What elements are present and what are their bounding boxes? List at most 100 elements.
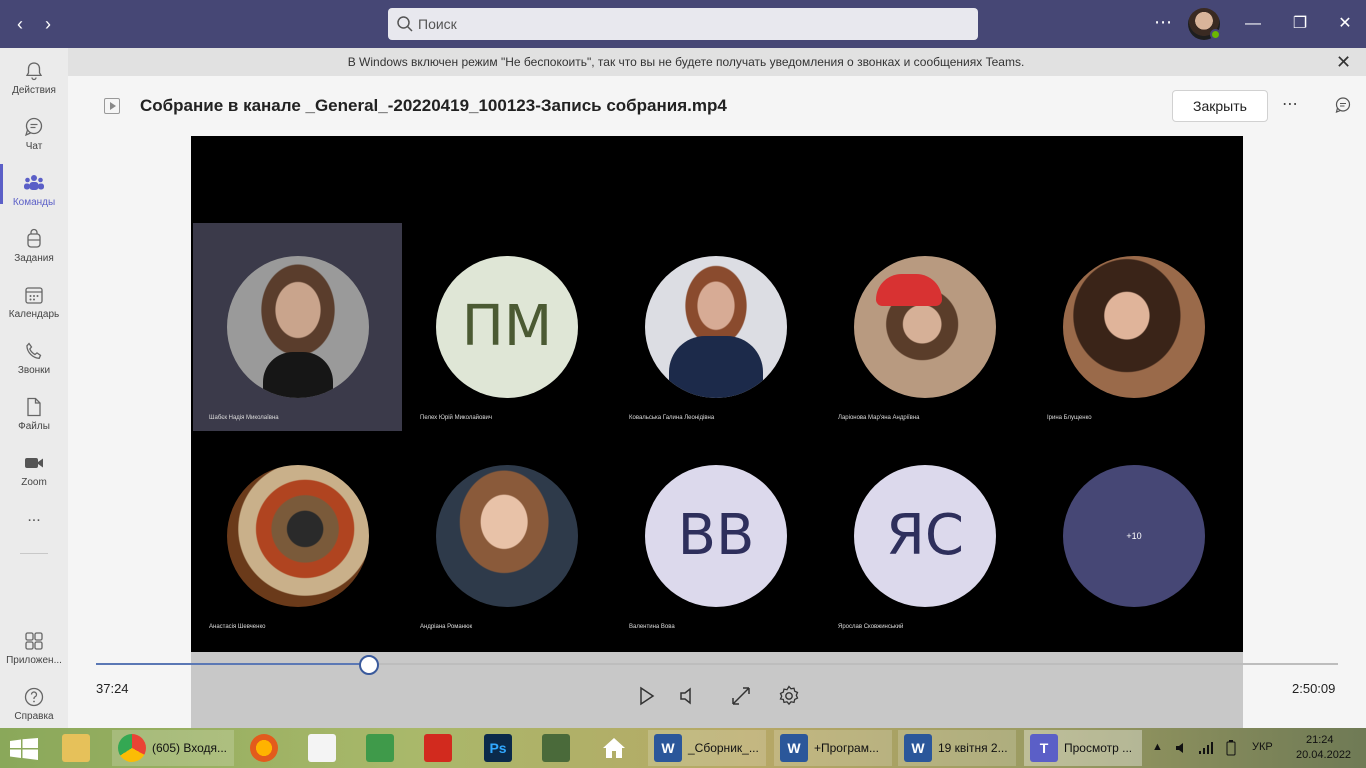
- close-window-icon[interactable]: ✕: [1332, 10, 1358, 38]
- battery-icon[interactable]: [1226, 740, 1236, 756]
- participant-avatar: [227, 465, 369, 607]
- participant-avatar: [1063, 256, 1205, 398]
- speaker-icon[interactable]: [1174, 741, 1188, 755]
- participant-avatar: ЯС: [854, 465, 996, 607]
- viewer-header: Собрание в канале _General_-20220419_100…: [68, 76, 1366, 136]
- clock-date[interactable]: 20.04.2022: [1296, 749, 1351, 761]
- taskbar-document[interactable]: [302, 730, 342, 766]
- rail-item-more[interactable]: ...: [0, 508, 68, 538]
- fullscreen-icon[interactable]: [729, 684, 753, 708]
- taskbar-label: (605) Входя...: [152, 741, 227, 755]
- maximize-icon[interactable]: ❐: [1287, 10, 1313, 38]
- video-file-icon: [104, 98, 120, 114]
- search-input[interactable]: Поиск: [388, 8, 978, 40]
- play-icon[interactable]: [634, 684, 658, 708]
- settings-gear-icon[interactable]: [777, 684, 801, 708]
- volume-icon[interactable]: [676, 684, 700, 708]
- close-icon[interactable]: ✕: [1336, 52, 1351, 73]
- assignments-icon: [27, 228, 41, 248]
- rail-item-calls[interactable]: Звонки: [0, 332, 68, 388]
- tray-chevron-icon[interactable]: ▲: [1152, 741, 1163, 753]
- back-arrow-icon[interactable]: ‹: [10, 14, 30, 34]
- clock-time[interactable]: 21:24: [1306, 734, 1334, 746]
- seek-bar-progress: [96, 663, 370, 665]
- apps-icon: [25, 632, 43, 650]
- green-app-icon: [366, 734, 394, 762]
- rail-item-files[interactable]: Файлы: [0, 388, 68, 444]
- word-icon: W: [904, 734, 932, 762]
- search-placeholder: Поиск: [418, 16, 457, 32]
- notification-bar: В Windows включен режим "Не беспокоить",…: [68, 48, 1366, 76]
- status-available-icon: [1210, 29, 1221, 40]
- more-icon: ...: [27, 508, 41, 525]
- rail-divider: [20, 553, 48, 554]
- acrobat-icon: [424, 734, 452, 762]
- taskbar-label: 19 квітня 2...: [938, 741, 1008, 755]
- close-button[interactable]: Закрыть: [1172, 90, 1268, 122]
- photoshop-icon: Ps: [484, 734, 512, 762]
- participant-name: Анастасія Шевченко: [209, 624, 266, 630]
- calendar-icon: [25, 287, 43, 304]
- rail-label: Zoom: [21, 477, 47, 488]
- more-options-icon[interactable]: ⋯: [1154, 12, 1173, 33]
- conversation-icon[interactable]: [1334, 96, 1352, 114]
- taskbar-word-2[interactable]: W +Програм...: [774, 730, 892, 766]
- participant-photo-sweater: [263, 352, 333, 398]
- taskbar-word-1[interactable]: W _Сборник_...: [648, 730, 766, 766]
- participant-name: Пелех Юрій Миколайович: [420, 415, 493, 421]
- taskbar-app-spiral[interactable]: [536, 730, 576, 766]
- keyboard-language[interactable]: УКР: [1252, 741, 1273, 753]
- rail-label: Действия: [12, 85, 56, 96]
- app-rail: Действия Чат Команды Задания Календарь З…: [0, 48, 68, 728]
- taskbar-teams[interactable]: T Просмотр ...: [1024, 730, 1142, 766]
- rail-item-apps[interactable]: Приложен...: [0, 622, 68, 678]
- taskbar-word-3[interactable]: W 19 квітня 2...: [898, 730, 1016, 766]
- participant-avatar: [227, 256, 369, 398]
- rail-item-assignments[interactable]: Задания: [0, 220, 68, 276]
- taskbar-chrome[interactable]: (605) Входя...: [112, 730, 234, 766]
- windows-start-icon[interactable]: [10, 738, 38, 760]
- teams-icon: [24, 175, 44, 190]
- participant-avatar: ВВ: [645, 465, 787, 607]
- teams-icon: T: [1030, 734, 1058, 762]
- rail-label: Календарь: [8, 309, 60, 320]
- rail-item-help[interactable]: Справка: [0, 678, 68, 734]
- video-player[interactable]: Шабєк Надія Миколаївна ПМ Пелех Юрій Мик…: [191, 136, 1243, 652]
- participant-name: Ковальська Галина Леонідівна: [629, 415, 715, 421]
- chrome-icon: [118, 734, 146, 762]
- video-icon: [25, 458, 43, 468]
- spiral-app-icon: [542, 734, 570, 762]
- participant-name: Андріана Романюк: [420, 624, 473, 630]
- search-icon: [397, 16, 413, 32]
- rail-label: Звонки: [17, 365, 51, 376]
- taskbar-app-green[interactable]: [360, 730, 400, 766]
- forward-arrow-icon[interactable]: ›: [38, 14, 58, 34]
- participant-name: Ярослав Сковжинський: [838, 624, 904, 630]
- word-icon: W: [780, 734, 808, 762]
- taskbar-firefox[interactable]: [244, 730, 284, 766]
- rail-item-teams[interactable]: Команды: [0, 164, 68, 220]
- rail-item-zoom[interactable]: Zoom: [0, 444, 68, 500]
- seek-bar[interactable]: [96, 663, 1338, 665]
- rail-item-chat[interactable]: Чат: [0, 108, 68, 164]
- blank-document-icon: [308, 734, 336, 762]
- taskbar-acrobat[interactable]: [418, 730, 458, 766]
- participant-name: Валентина Вова: [629, 624, 675, 630]
- more-options-icon[interactable]: ⋯: [1282, 94, 1298, 114]
- rail-label: Справка: [14, 711, 54, 722]
- chat-icon: [24, 117, 43, 137]
- participant-initials: ПМ: [461, 294, 553, 359]
- signal-icon[interactable]: [1198, 741, 1214, 755]
- file-icon: [27, 397, 41, 417]
- participant-avatar: ПМ: [436, 256, 578, 398]
- rail-item-calendar[interactable]: Календарь: [0, 276, 68, 332]
- participant-initials: ЯС: [885, 503, 964, 568]
- seek-handle[interactable]: [359, 655, 379, 675]
- taskbar-photoshop[interactable]: Ps: [478, 730, 518, 766]
- minimize-icon[interactable]: —: [1240, 10, 1266, 38]
- participant-name: Шабєк Надія Миколаївна: [209, 415, 279, 421]
- windows-taskbar: (605) Входя... Ps W _Сборник_... W +Прог…: [0, 728, 1366, 768]
- taskbar-home[interactable]: [594, 730, 634, 766]
- folder-icon: [62, 734, 90, 762]
- taskbar-explorer[interactable]: [56, 730, 100, 766]
